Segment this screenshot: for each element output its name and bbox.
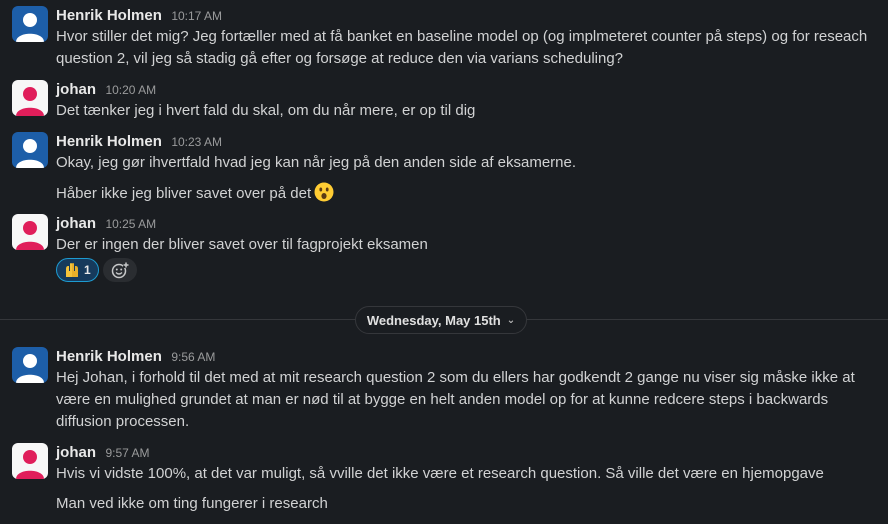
message-text: Hvor stiller det mig? Jeg fortæller med … (56, 28, 868, 45)
message-text: Det tænker jeg i hvert fald du skal, om … (56, 102, 476, 119)
user-avatar-icon (12, 214, 48, 250)
message-text: Okay, jeg gør ihvertfald hvad jeg kan nå… (56, 154, 577, 171)
add-emoji-icon (111, 262, 129, 279)
avatar[interactable] (12, 80, 48, 116)
message-text: diffusion processen. (56, 413, 190, 430)
reaction-count: 1 (84, 263, 91, 277)
astonished-face-icon (314, 182, 334, 202)
author-name[interactable]: johan (56, 215, 96, 232)
user-avatar-icon (12, 80, 48, 116)
message-text: Der er ingen der bliver savet over til f… (56, 236, 428, 253)
avatar[interactable] (12, 443, 48, 479)
reaction-pill[interactable]: 1 (56, 258, 99, 282)
timestamp[interactable]: 10:23 AM (171, 135, 222, 149)
author-name[interactable]: Henrik Holmen (56, 133, 162, 150)
user-avatar-icon (12, 6, 48, 42)
timestamp[interactable]: 10:20 AM (105, 83, 156, 97)
author-name[interactable]: Henrik Holmen (56, 7, 162, 24)
message-text: Håber ikke jeg bliver savet over på det (56, 182, 868, 205)
followup-text: Håber ikke jeg bliver savet over på det (56, 185, 312, 202)
timestamp[interactable]: 9:57 AM (105, 446, 149, 460)
reactions-bar: 1 (56, 258, 137, 282)
message-text: være en mulighed grundet at man er nød t… (56, 391, 829, 408)
user-avatar-icon (12, 443, 48, 479)
date-divider-button[interactable]: Wednesday, May 15th ⌄ (355, 306, 527, 334)
date-label: Wednesday, May 15th (366, 312, 501, 328)
chevron-down-icon: ⌄ (506, 314, 516, 326)
avatar[interactable] (12, 6, 48, 42)
avatar[interactable] (12, 132, 48, 168)
timestamp[interactable]: 10:25 AM (105, 217, 156, 231)
avatar[interactable] (12, 347, 48, 383)
add-reaction-button[interactable] (102, 258, 137, 282)
timestamp[interactable]: 10:17 AM (171, 9, 222, 23)
avatar[interactable] (12, 214, 48, 250)
author-name[interactable]: johan (56, 81, 96, 98)
followup-text: Man ved ikke om ting fungerer i research (56, 495, 328, 512)
message-text: question 2, vil jeg så stadig gå efter o… (56, 50, 624, 67)
user-avatar-icon (12, 132, 48, 168)
raised-hands-icon (66, 263, 78, 277)
author-name[interactable]: johan (56, 444, 96, 461)
message-text: Hvis vi vidste 100%, at det var muligt, … (56, 465, 824, 482)
timestamp[interactable]: 9:56 AM (171, 350, 215, 364)
user-avatar-icon (12, 347, 48, 383)
message-feed: Henrik Holmen 10:17 AM Hvor stiller det … (0, 0, 888, 524)
author-name[interactable]: Henrik Holmen (56, 348, 162, 365)
message-text: Hej Johan, i forhold til det med at mit … (56, 369, 855, 386)
